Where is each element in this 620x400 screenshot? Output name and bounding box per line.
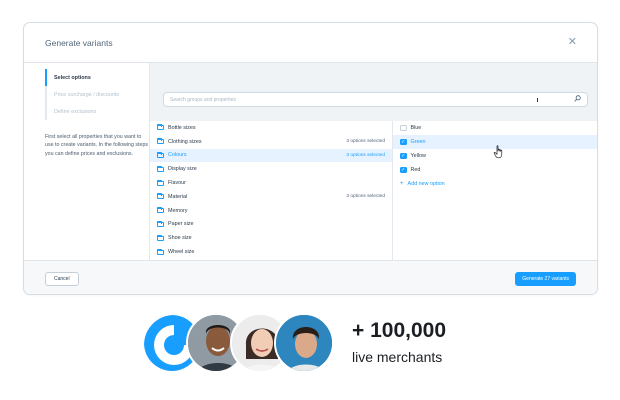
steps-list: Select options Price surcharge / discoun… bbox=[45, 69, 150, 120]
folder-icon bbox=[157, 234, 164, 241]
avatar-merchant-3 bbox=[274, 313, 334, 373]
search-box bbox=[163, 92, 588, 107]
sidebar-description: First select all properties that you wan… bbox=[45, 134, 149, 157]
cancel-button[interactable]: Cancel bbox=[45, 271, 79, 286]
generate-variants-modal: Generate variants ✕ Select options Price… bbox=[23, 22, 598, 295]
property-group-label: Memory bbox=[168, 207, 188, 214]
property-group-row[interactable]: Display size bbox=[150, 162, 392, 176]
folder-icon bbox=[157, 124, 164, 131]
options-selected-count: 3 options selected bbox=[346, 194, 385, 200]
search-input[interactable] bbox=[170, 96, 574, 103]
property-group-label: Display size bbox=[168, 166, 197, 173]
property-group-row[interactable]: Clothing sizes 3 options selected bbox=[150, 135, 392, 149]
search-icon[interactable] bbox=[574, 95, 581, 104]
add-option-label: Add new option bbox=[407, 181, 445, 187]
property-group-label: Flavour bbox=[168, 180, 186, 187]
property-group-row[interactable]: Material 3 options selected bbox=[150, 190, 392, 204]
property-group-row[interactable]: Memory bbox=[150, 204, 392, 218]
checkbox-icon[interactable]: ✓ bbox=[400, 138, 407, 146]
folder-icon bbox=[157, 165, 164, 172]
property-group-row[interactable]: Colours 3 options selected bbox=[150, 148, 392, 163]
steps-sidebar: Select options Price surcharge / discoun… bbox=[45, 69, 150, 158]
plus-icon: + bbox=[400, 181, 404, 187]
step-price-surcharge[interactable]: Price surcharge / discounts bbox=[47, 86, 150, 103]
property-groups-list: Bottle sizes Clothing sizes 3 options sele… bbox=[150, 121, 393, 269]
checkbox-icon[interactable]: ✓ bbox=[400, 166, 407, 174]
modal-footer: Cancel Generate 27 variants bbox=[24, 260, 597, 294]
option-label: Blue bbox=[410, 125, 422, 131]
property-group-label: Wheel size bbox=[168, 249, 195, 256]
close-icon[interactable]: ✕ bbox=[568, 37, 577, 48]
property-option-row[interactable]: ✓ Red bbox=[393, 163, 597, 177]
folder-icon bbox=[157, 179, 164, 186]
step-select-options[interactable]: Select options bbox=[45, 69, 150, 86]
option-label: Yellow bbox=[410, 153, 426, 159]
generate-variants-button[interactable]: Generate 27 variants bbox=[515, 271, 576, 286]
options-selected-count: 3 options selected bbox=[346, 139, 385, 145]
property-group-row[interactable]: Paper size bbox=[150, 218, 392, 232]
folder-icon bbox=[157, 207, 164, 214]
option-label: Red bbox=[410, 167, 421, 173]
property-group-label: Clothing sizes bbox=[168, 138, 202, 145]
property-group-row[interactable]: Shoe size bbox=[150, 231, 392, 245]
folder-icon bbox=[157, 138, 164, 145]
merchant-subtitle: live merchants bbox=[352, 349, 443, 365]
hand-cursor-icon bbox=[493, 145, 503, 159]
property-group-label: Shoe size bbox=[168, 235, 192, 242]
add-new-option-link[interactable]: + Add new option bbox=[393, 177, 597, 191]
folder-icon bbox=[157, 151, 164, 158]
options-panel: Bottle sizes Clothing sizes 3 options sele… bbox=[149, 63, 597, 269]
property-option-row[interactable]: Blue bbox=[393, 121, 597, 135]
merchants-promo: + 100,000 live merchants bbox=[142, 313, 482, 375]
modal-header: Generate variants ✕ bbox=[24, 23, 597, 63]
folder-icon bbox=[157, 248, 164, 255]
property-group-row[interactable]: Flavour bbox=[150, 176, 392, 190]
merchant-count: + 100,000 bbox=[352, 319, 447, 342]
property-group-row[interactable]: Wheel size bbox=[150, 245, 392, 259]
checkbox-icon[interactable]: ✓ bbox=[400, 152, 407, 160]
property-group-row[interactable]: Bottle sizes bbox=[150, 121, 392, 135]
property-options-list: Blue ✓ Green ✓ Yellow ✓ Red + Add new option bbox=[393, 121, 597, 260]
modal-title: Generate variants bbox=[45, 37, 113, 48]
option-label: Green bbox=[410, 139, 426, 145]
options-selected-count: 3 options selected bbox=[346, 152, 385, 158]
step-define-exclusions[interactable]: Define exclusions bbox=[47, 103, 150, 120]
folder-icon bbox=[157, 193, 164, 200]
checkbox-icon[interactable] bbox=[400, 124, 407, 132]
folder-icon bbox=[157, 220, 164, 227]
property-group-label: Bottle sizes bbox=[168, 124, 196, 131]
property-group-label: Colours bbox=[168, 152, 187, 159]
avatar-group bbox=[142, 313, 338, 375]
property-group-label: Material bbox=[168, 193, 188, 200]
property-group-label: Paper size bbox=[168, 221, 194, 228]
text-cursor bbox=[537, 98, 538, 102]
